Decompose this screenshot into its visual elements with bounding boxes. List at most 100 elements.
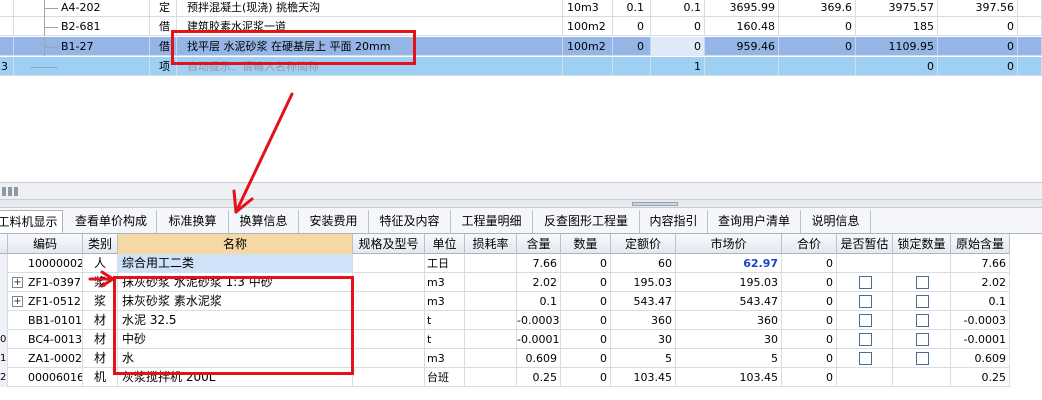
quota-quantity[interactable]: 0 — [651, 17, 705, 36]
resource-content[interactable]: -0.0001 — [517, 330, 561, 349]
column-header-total-price[interactable]: 合价 — [782, 234, 837, 254]
resource-market-price[interactable]: 543.47 — [676, 292, 782, 311]
resource-code[interactable]: 00006016 — [8, 368, 83, 387]
resource-market-price[interactable]: 62.97 — [676, 254, 782, 273]
horizontal-scrollbar[interactable] — [0, 182, 1042, 200]
tab-content-guide[interactable]: 内容指引 — [640, 210, 708, 233]
column-header-category[interactable]: 类别 — [83, 234, 118, 254]
annotation-box-material-names — [113, 276, 354, 375]
column-header-spec[interactable]: 规格及型号 — [353, 234, 425, 254]
column-header-market-price[interactable]: 市场价 — [676, 234, 782, 254]
tab-features-content[interactable]: 特征及内容 — [369, 210, 451, 233]
tab-query-user-list[interactable]: 查询用户清单 — [708, 210, 801, 233]
column-header-lock-quantity[interactable]: 锁定数量 — [893, 234, 951, 254]
resource-code[interactable]: BB1-0101 — [8, 311, 83, 330]
resource-content[interactable]: 0.609 — [517, 349, 561, 368]
resource-loss-rate[interactable] — [465, 349, 517, 368]
resource-unit: m3 — [425, 349, 465, 368]
resource-code[interactable]: ZA1-0002 — [8, 349, 83, 368]
provisional-checkbox[interactable] — [858, 314, 872, 327]
resource-code[interactable]: 10000002 — [8, 254, 83, 273]
tab-reverse-graphic-quantity[interactable]: 反查图形工程量 — [533, 210, 640, 233]
tab-standard-conversion[interactable]: 标准换算 — [157, 210, 229, 233]
resource-content[interactable]: 0.25 — [517, 368, 561, 387]
lock-quantity-checkbox[interactable] — [915, 295, 929, 308]
provisional-checkbox[interactable] — [858, 295, 872, 308]
resource-market-price[interactable]: 195.03 — [676, 273, 782, 292]
resource-spec[interactable] — [353, 330, 425, 349]
quota-market-price: 185 — [856, 17, 938, 36]
quota-quantity[interactable]: 1 — [651, 57, 705, 76]
resource-code[interactable]: + ZF1-0512 — [8, 292, 83, 311]
resource-loss-rate[interactable] — [465, 254, 517, 273]
resource-market-price[interactable]: 5 — [676, 349, 782, 368]
lock-quantity-checkbox[interactable] — [915, 276, 929, 289]
resource-content[interactable]: 7.66 — [517, 254, 561, 273]
column-header-loss-rate[interactable]: 损耗率 — [465, 234, 517, 254]
lock-quantity-checkbox[interactable] — [915, 333, 929, 346]
tab-installation-fees[interactable]: 安装费用 — [299, 210, 369, 233]
provisional-checkbox[interactable] — [858, 276, 872, 289]
quota-name[interactable]: 预拌混凝土(现浇) 挑檐天沟 — [177, 0, 563, 17]
resource-spec[interactable] — [353, 292, 425, 311]
quota-row-new[interactable]: 3 项 自动提示：请输入名称简称 1 0 0 — [0, 57, 1042, 76]
resource-market-price[interactable]: 360 — [676, 311, 782, 330]
expand-plus-icon[interactable]: + — [12, 277, 23, 288]
quota-row-selected[interactable]: B1-27 借 找平层 水泥砂浆 在硬基层上 平面 20mm 100m2 0 0… — [0, 37, 1042, 56]
splitter-handle-icon[interactable] — [632, 202, 678, 206]
column-header-original-content[interactable]: 原始含量 — [951, 234, 1010, 254]
quota-unit-price — [705, 57, 779, 76]
quota-content: 0 — [613, 17, 651, 36]
quota-unit: 100m2 — [563, 17, 613, 36]
resource-content[interactable]: 0.1 — [517, 292, 561, 311]
column-header-code[interactable]: 编码 — [8, 234, 83, 254]
column-header-name[interactable]: 名称 — [118, 234, 353, 254]
resource-content[interactable]: 2.02 — [517, 273, 561, 292]
provisional-checkbox[interactable] — [858, 333, 872, 346]
resource-market-price[interactable]: 30 — [676, 330, 782, 349]
expand-plus-icon[interactable]: + — [12, 296, 23, 307]
scroll-grip-icon[interactable] — [8, 187, 12, 196]
quota-quantity[interactable]: 0 — [651, 37, 705, 56]
resource-name[interactable]: 综合用工二类 — [118, 254, 353, 273]
lock-quantity-checkbox[interactable] — [915, 352, 929, 365]
column-header-quantity[interactable]: 数量 — [561, 234, 611, 254]
quota-row[interactable]: B2-681 借 建筑胶素水泥浆一道 100m2 0 0 160.48 0 18… — [0, 17, 1042, 36]
row-index — [0, 37, 14, 56]
resource-code[interactable]: BC4-0013 — [8, 330, 83, 349]
provisional-checkbox[interactable] — [858, 352, 872, 365]
resource-spec[interactable] — [353, 368, 425, 387]
resource-loss-rate[interactable] — [465, 330, 517, 349]
column-header-provisional[interactable]: 是否暂估 — [837, 234, 893, 254]
resource-loss-rate[interactable] — [465, 292, 517, 311]
tab-conversion-info[interactable]: 换算信息 — [229, 210, 299, 233]
resource-market-price[interactable]: 103.45 — [676, 368, 782, 387]
resource-spec[interactable] — [353, 273, 425, 292]
tab-unit-price-composition[interactable]: 查看单价构成 — [66, 210, 157, 233]
resource-spec[interactable] — [353, 311, 425, 330]
tab-labor-material-machine[interactable]: 工料机显示 — [0, 210, 63, 233]
tab-description[interactable]: 说明信息 — [801, 210, 871, 233]
resource-row[interactable]: 10000002 人综合用工二类 工日 7.66 0 60 62.97 0 7.66 — [0, 254, 1010, 273]
resource-content[interactable]: -0.0003 — [517, 311, 561, 330]
quota-quantity[interactable]: 0.1 — [651, 0, 705, 17]
resource-loss-rate[interactable] — [465, 368, 517, 387]
pane-splitter[interactable] — [0, 200, 1042, 208]
column-header-quota-price[interactable]: 定额价 — [611, 234, 676, 254]
lock-quantity-checkbox[interactable] — [915, 314, 929, 327]
resource-spec[interactable] — [353, 254, 425, 273]
quota-row[interactable]: A4-202 定 预拌混凝土(现浇) 挑檐天沟 10m3 0.1 0.1 369… — [0, 0, 1042, 17]
scroll-grip-icon[interactable] — [2, 187, 6, 196]
resource-lock-quantity — [893, 368, 951, 387]
scroll-grip-icon[interactable] — [14, 187, 18, 196]
resource-code[interactable]: + ZF1-0397 — [8, 273, 83, 292]
resource-loss-rate[interactable] — [465, 311, 517, 330]
column-header-content[interactable]: 含量 — [517, 234, 561, 254]
resource-spec[interactable] — [353, 349, 425, 368]
resource-quantity: 0 — [561, 273, 611, 292]
column-header-unit[interactable]: 单位 — [425, 234, 465, 254]
resource-loss-rate[interactable] — [465, 273, 517, 292]
quota-unit-price: 959.46 — [705, 37, 779, 56]
tab-quantity-details[interactable]: 工程量明细 — [451, 210, 533, 233]
resource-original-content: 2.02 — [951, 273, 1010, 292]
